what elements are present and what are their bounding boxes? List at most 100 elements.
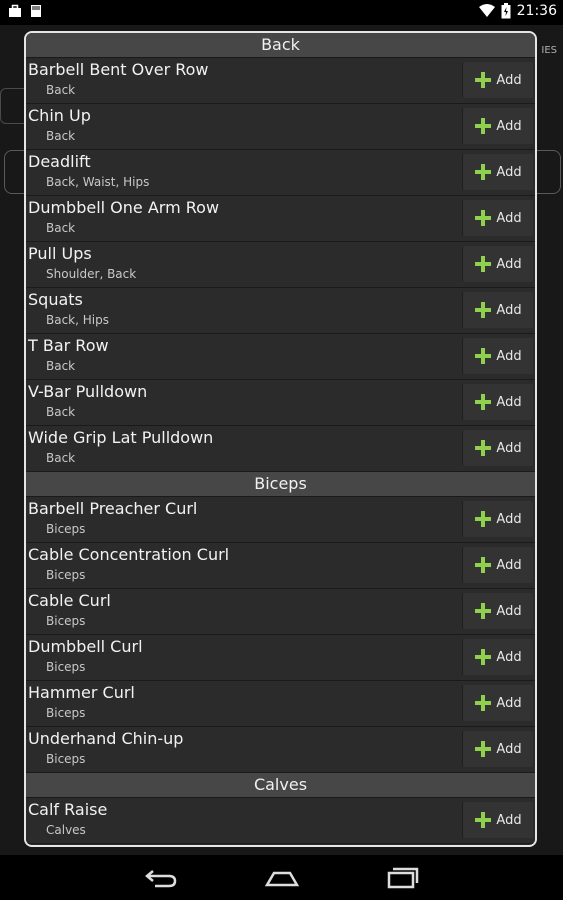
add-label: Add (496, 210, 522, 226)
exercise-row: Barbell Bent Over Row Back Add (26, 58, 535, 104)
exercise-name: Chin Up (28, 106, 91, 125)
home-button[interactable] (262, 865, 302, 891)
add-label: Add (496, 394, 522, 410)
add-exercise-button[interactable]: Add (462, 731, 533, 767)
exercise-row: Dumbbell One Arm Row Back Add (26, 196, 535, 242)
add-label: Add (496, 348, 522, 364)
add-exercise-button[interactable]: Add (462, 430, 533, 466)
plus-icon (474, 117, 492, 135)
plus-icon (474, 648, 492, 666)
exercise-muscles: Biceps (46, 614, 86, 628)
exercise-name: Barbell Bent Over Row (28, 60, 209, 79)
plus-icon (474, 209, 492, 227)
add-exercise-button[interactable]: Add (462, 639, 533, 675)
add-exercise-button[interactable]: Add (462, 802, 533, 838)
add-exercise-button[interactable]: Add (462, 338, 533, 374)
add-exercise-button[interactable]: Add (462, 200, 533, 236)
add-exercise-button[interactable]: Add (462, 593, 533, 629)
exercise-picker-dialog: Back Barbell Bent Over Row Back Add Chin Up B… (24, 31, 537, 847)
wifi-icon (478, 4, 495, 17)
exercise-name: Wide Grip Lat Pulldown (28, 428, 214, 447)
exercise-row: Barbell Preacher Curl Biceps Add (26, 497, 535, 543)
background-tab-label: IES (541, 45, 557, 56)
navigation-bar (0, 855, 563, 900)
section-header: Calves (26, 773, 535, 798)
sd-card-icon (31, 5, 41, 17)
battery-icon (501, 3, 511, 19)
add-label: Add (496, 164, 522, 180)
plus-icon (474, 556, 492, 574)
add-label: Add (496, 256, 522, 272)
add-exercise-button[interactable]: Add (462, 154, 533, 190)
exercise-muscles: Back, Waist, Hips (46, 175, 150, 189)
exercise-name: T Bar Row (28, 336, 109, 355)
exercise-name: Dumbbell Curl (28, 637, 143, 656)
add-label: Add (496, 603, 522, 619)
plus-icon (474, 694, 492, 712)
exercise-name: Hammer Curl (28, 683, 135, 702)
exercise-row: Underhand Chin-up Biceps Add (26, 727, 535, 773)
exercise-muscles: Back (46, 405, 76, 419)
exercise-name: Deadlift (28, 152, 91, 171)
exercise-row: Deadlift Back, Waist, Hips Add (26, 150, 535, 196)
exercise-row: Squats Back, Hips Add (26, 288, 535, 334)
add-label: Add (496, 511, 522, 527)
exercise-muscles: Biceps (46, 522, 86, 536)
plus-icon (474, 740, 492, 758)
exercise-row: Calf Raise Calves Add (26, 798, 535, 844)
plus-icon (474, 163, 492, 181)
section-header: Back (26, 33, 535, 58)
exercise-row: T Bar Row Back Add (26, 334, 535, 380)
exercise-name: Calf Raise (28, 800, 108, 819)
add-exercise-button[interactable]: Add (462, 292, 533, 328)
exercise-row: Dumbbell Curl Biceps Add (26, 635, 535, 681)
exercise-row: Hammer Curl Biceps Add (26, 681, 535, 727)
add-label: Add (496, 557, 522, 573)
exercise-muscles: Biceps (46, 568, 86, 582)
exercise-row: Cable Curl Biceps Add (26, 589, 535, 635)
exercise-row: Cable Concentration Curl Biceps Add (26, 543, 535, 589)
exercise-muscles: Shoulder, Back (46, 267, 137, 281)
add-exercise-button[interactable]: Add (462, 501, 533, 537)
add-exercise-button[interactable]: Add (462, 108, 533, 144)
exercise-row: Wide Grip Lat Pulldown Back Add (26, 426, 535, 472)
exercise-muscles: Back (46, 83, 76, 97)
exercise-name: Pull Ups (28, 244, 92, 263)
exercise-muscles: Biceps (46, 660, 86, 674)
add-label: Add (496, 118, 522, 134)
exercise-name: Cable Concentration Curl (28, 545, 230, 564)
plus-icon (474, 301, 492, 319)
notification-icons (8, 4, 42, 18)
exercise-muscles: Back (46, 221, 76, 235)
plus-icon (474, 347, 492, 365)
home-icon (264, 871, 300, 887)
add-label: Add (496, 741, 522, 757)
exercise-name: V-Bar Pulldown (28, 382, 148, 401)
exercise-muscles: Back (46, 359, 76, 373)
exercise-name: Squats (28, 290, 83, 309)
add-label: Add (496, 695, 522, 711)
add-label: Add (496, 302, 522, 318)
exercise-muscles: Back (46, 129, 76, 143)
exercise-row: V-Bar Pulldown Back Add (26, 380, 535, 426)
back-button[interactable] (141, 865, 181, 891)
add-exercise-button[interactable]: Add (462, 246, 533, 282)
add-exercise-button[interactable]: Add (462, 547, 533, 583)
clock: 21:36 (516, 3, 557, 19)
exercise-muscles: Biceps (46, 752, 86, 766)
add-label: Add (496, 72, 522, 88)
add-label: Add (496, 440, 522, 456)
plus-icon (474, 439, 492, 457)
plus-icon (474, 602, 492, 620)
exercise-name: Cable Curl (28, 591, 111, 610)
recent-apps-button[interactable] (383, 865, 423, 891)
status-icons: 21:36 (478, 3, 557, 19)
add-exercise-button[interactable]: Add (462, 62, 533, 98)
add-exercise-button[interactable]: Add (462, 685, 533, 721)
add-label: Add (496, 812, 522, 828)
exercise-muscles: Back (46, 451, 76, 465)
plus-icon (474, 255, 492, 273)
add-exercise-button[interactable]: Add (462, 384, 533, 420)
exercise-name: Underhand Chin-up (28, 729, 184, 748)
add-label: Add (496, 649, 522, 665)
